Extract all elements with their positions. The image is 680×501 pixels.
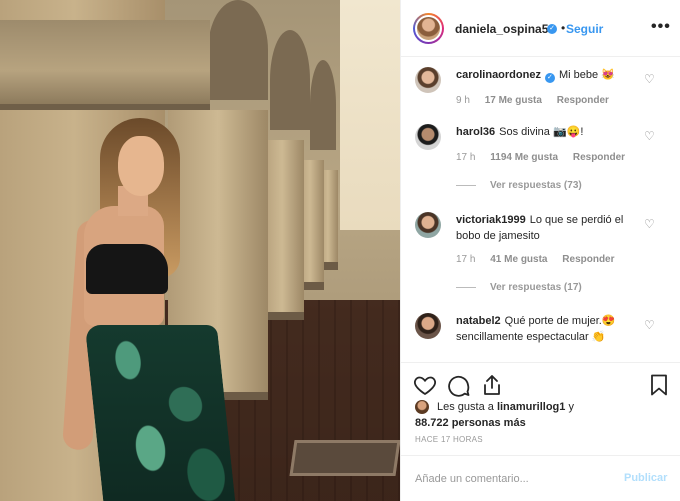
commenter-avatar[interactable] (415, 212, 441, 238)
photo-arch (270, 30, 310, 130)
reply-button[interactable]: Responder (573, 152, 625, 163)
comment-text: Sos divina 📷😛! (499, 126, 584, 138)
heart-icon[interactable]: ♡ (644, 319, 656, 331)
commenter-username[interactable]: natabel2 (456, 315, 501, 327)
post-photo[interactable] (0, 0, 401, 501)
reply-button[interactable]: Responder (557, 95, 609, 106)
comment-icon[interactable] (447, 373, 471, 397)
publish-button[interactable]: Publicar (624, 472, 667, 484)
more-options-icon[interactable]: ••• (651, 18, 671, 36)
comment-time: 17 h (456, 152, 476, 163)
likes-count[interactable]: 88.722 personas más (415, 415, 526, 431)
verified-badge-icon: ✓ (544, 73, 555, 83)
commenter-avatar[interactable] (415, 124, 441, 150)
liker-username[interactable]: linamurillog1 (497, 401, 565, 413)
heart-icon[interactable]: ♡ (644, 130, 656, 142)
likes-prefix: Les gusta a (437, 401, 494, 413)
author-avatar[interactable] (413, 13, 444, 44)
commenter-username[interactable]: harol36 (456, 126, 495, 138)
bookmark-icon[interactable] (647, 373, 671, 397)
photo-figure-top (86, 244, 168, 294)
comment-time: 9 h (456, 95, 470, 106)
comment-time: 17 h (456, 254, 476, 265)
share-icon[interactable] (480, 373, 504, 397)
replies-line (456, 286, 476, 288)
photo-figure-face (118, 136, 164, 196)
post-timestamp: HACE 17 HORAS (415, 435, 483, 444)
header-separator: • (561, 21, 566, 35)
photo-sky (340, 0, 401, 230)
photo-arch (310, 60, 336, 150)
heart-icon[interactable]: ♡ (644, 73, 656, 85)
likes-conjunction: y (568, 401, 574, 413)
photo-figure-pants (84, 325, 236, 501)
photo-floor-grate (289, 440, 401, 476)
photo-arch (208, 0, 268, 100)
add-comment-input[interactable] (415, 470, 605, 488)
comment-likes[interactable]: 1194 Me gusta (490, 152, 558, 163)
verified-badge-icon: ✓ (547, 24, 557, 34)
view-replies-button[interactable]: Ver respuestas (73) (456, 180, 582, 191)
comments-list[interactable]: carolinaordonez ✓ Mi bebe 😻 9 h 17 Me gust… (401, 57, 680, 362)
commenter-username[interactable]: carolinaordonez (456, 69, 541, 81)
commenter-avatar[interactable] (415, 313, 441, 339)
add-comment-bar: Publicar (401, 455, 680, 501)
heart-icon[interactable]: ♡ (644, 218, 656, 230)
photo-cornice (0, 20, 210, 110)
heart-icon[interactable] (413, 373, 437, 397)
comment-text: Mi bebe 😻 (558, 69, 615, 81)
comment-likes[interactable]: 17 Me gusta (485, 95, 542, 106)
reply-button[interactable]: Responder (562, 254, 614, 265)
view-replies-label: Ver respuestas (17) (490, 282, 582, 293)
view-replies-label: Ver respuestas (73) (490, 180, 582, 191)
post-side-panel: daniela_ospina5 ✓ • Seguir ••• carolinao… (401, 0, 680, 501)
view-replies-button[interactable]: Ver respuestas (17) (456, 282, 582, 293)
replies-line (456, 184, 476, 186)
commenter-username[interactable]: victoriak1999 (456, 214, 526, 226)
comment-likes[interactable]: 41 Me gusta (490, 254, 547, 265)
liker-avatar (415, 400, 429, 414)
follow-button[interactable]: Seguir (566, 22, 603, 36)
commenter-avatar[interactable] (415, 67, 441, 93)
post-header: daniela_ospina5 ✓ • Seguir ••• (401, 0, 680, 57)
author-username[interactable]: daniela_ospina5 (455, 22, 548, 36)
